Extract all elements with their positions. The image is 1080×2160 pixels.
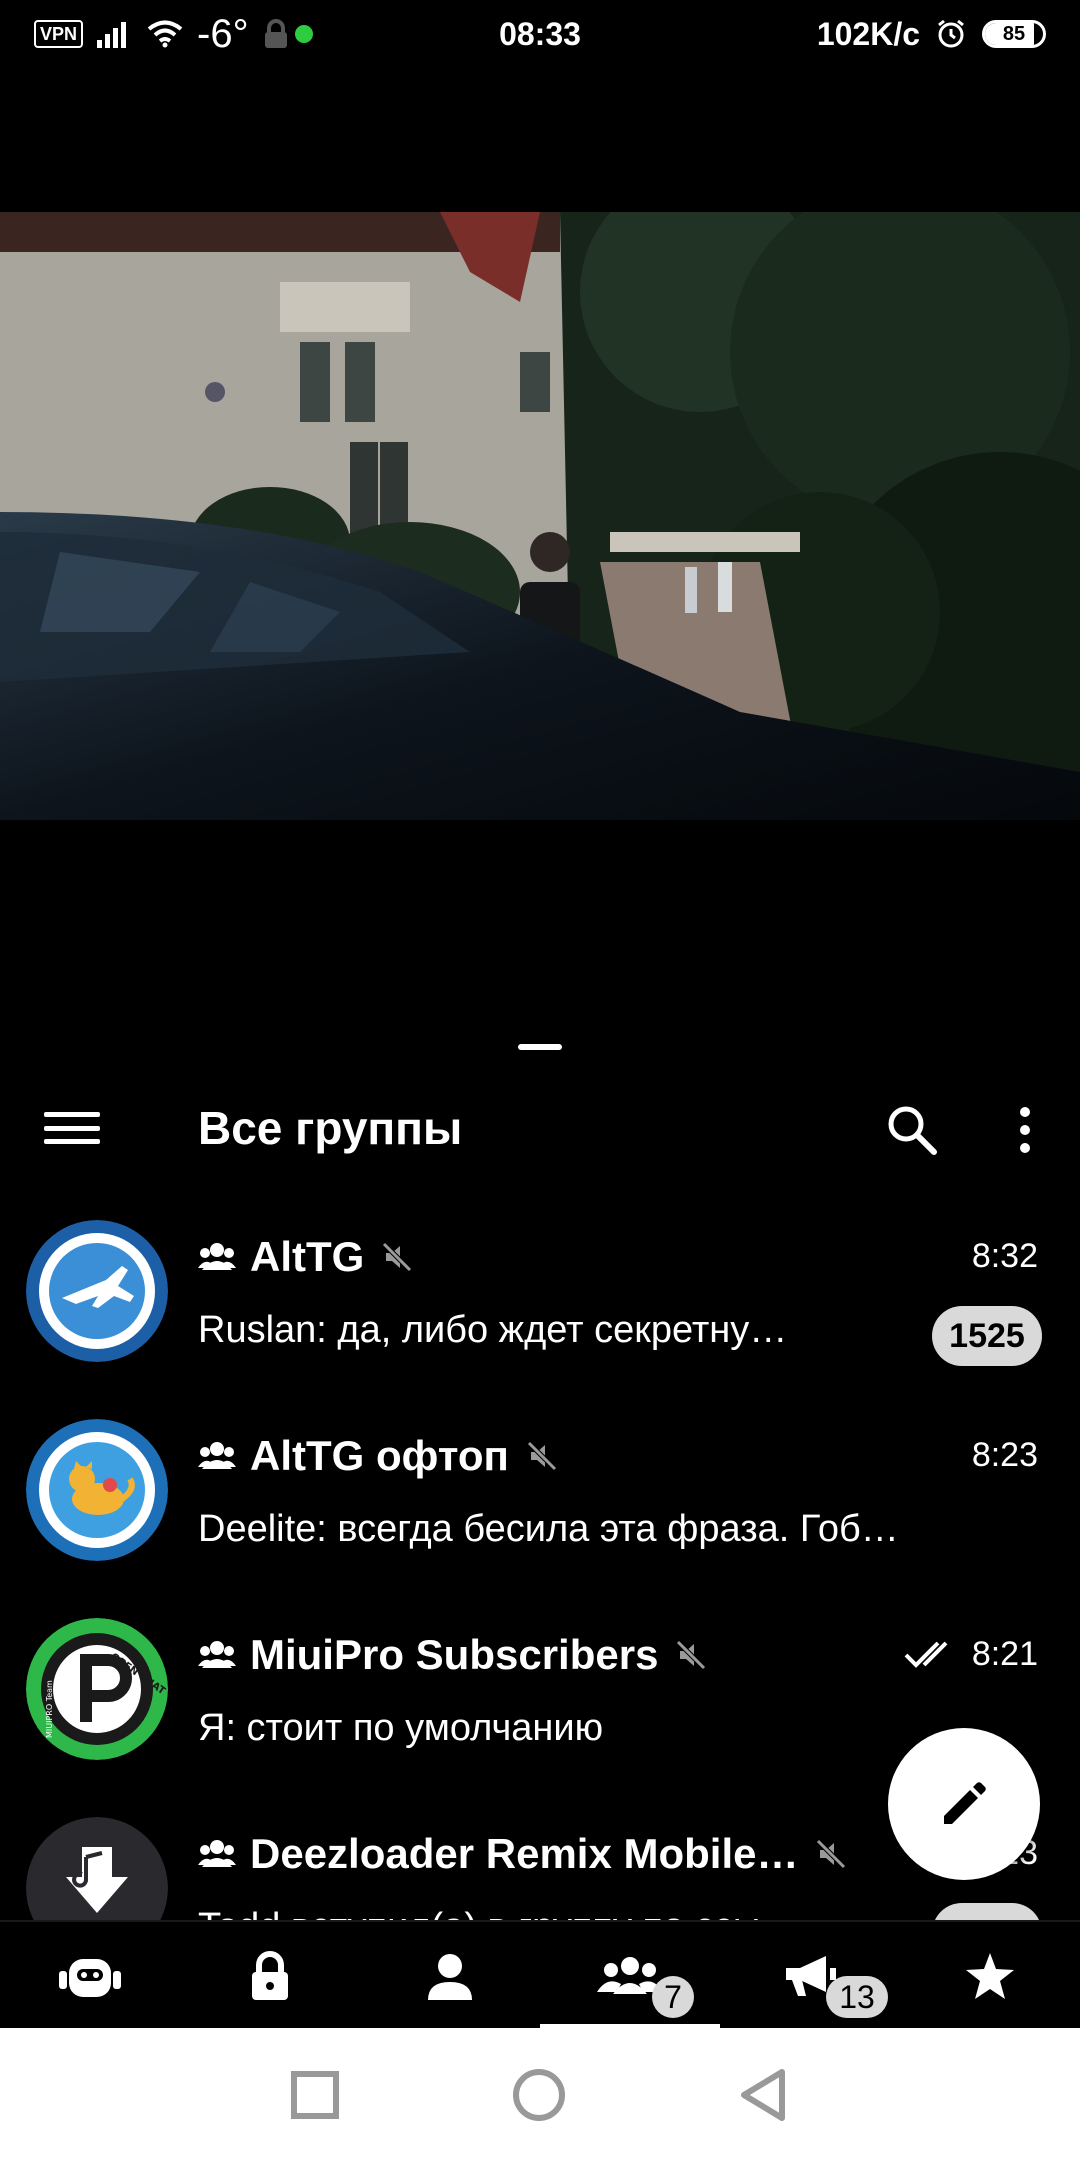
avatar bbox=[26, 1220, 168, 1362]
tab-favorites[interactable] bbox=[900, 1922, 1080, 2030]
video-player[interactable] bbox=[0, 212, 1080, 820]
sheet-drag-handle[interactable] bbox=[518, 1044, 562, 1050]
alttg-offtop-avatar-icon bbox=[26, 1419, 168, 1561]
muted-icon bbox=[676, 1640, 707, 1670]
muted-icon bbox=[382, 1242, 413, 1272]
chat-time-text: 8:21 bbox=[971, 1635, 1038, 1673]
tab-badge: 7 bbox=[652, 1976, 694, 2018]
battery-level: 85 bbox=[1002, 22, 1026, 45]
tab-channels[interactable]: 13 bbox=[720, 1922, 900, 2030]
chat-time: 8:21 bbox=[904, 1634, 1038, 1674]
star-icon bbox=[966, 1953, 1014, 1999]
group-icon bbox=[198, 1641, 236, 1668]
person-icon bbox=[428, 1954, 472, 2000]
avatar bbox=[26, 1419, 168, 1561]
group-icon bbox=[198, 1442, 236, 1469]
deezloader-avatar-icon bbox=[26, 1817, 168, 1920]
chat-name-row: AltTG офтоп bbox=[198, 1429, 1046, 1483]
robot-icon bbox=[59, 1959, 121, 1997]
muted-icon bbox=[816, 1839, 847, 1869]
tab-contacts[interactable] bbox=[360, 1922, 540, 2030]
chat-time: 8:32 bbox=[972, 1236, 1038, 1276]
status-right: 102K/c 85 bbox=[817, 12, 1046, 56]
group-icon bbox=[198, 1243, 236, 1270]
chat-last-message: Todd вступил(а) в группу по ссы… bbox=[198, 1903, 890, 1920]
square-icon bbox=[291, 2071, 339, 2119]
alttg-avatar-icon bbox=[26, 1220, 168, 1362]
group-icon bbox=[198, 1840, 236, 1867]
chat-time-text: 8:23 bbox=[971, 1436, 1038, 1474]
page-title: Все группы bbox=[198, 1102, 463, 1154]
video-frame bbox=[0, 212, 1080, 820]
triangle-back-icon bbox=[741, 2069, 785, 2121]
chat-name: MiuiPro Subscribers bbox=[250, 1631, 659, 1678]
recents-button[interactable] bbox=[284, 2064, 346, 2126]
chat-item[interactable]: AltTG 8:32 Ruslan: да, либо ждет секретн… bbox=[0, 1206, 1080, 1405]
back-button[interactable] bbox=[732, 2064, 794, 2126]
home-button[interactable] bbox=[508, 2064, 570, 2126]
battery-indicator: 85 bbox=[982, 20, 1046, 48]
chat-name-row: AltTG bbox=[198, 1230, 1046, 1284]
more-options-icon[interactable] bbox=[1000, 1102, 1050, 1158]
unread-badge: 1525 bbox=[932, 1306, 1042, 1366]
avatar: OPEN CHAT MIUIPRO Team bbox=[26, 1618, 168, 1760]
tab-bots[interactable] bbox=[0, 1922, 180, 2030]
miuipro-avatar-icon: OPEN CHAT MIUIPRO Team bbox=[26, 1618, 168, 1760]
unread-badge: 125 bbox=[932, 1903, 1042, 1920]
tab-secret[interactable] bbox=[180, 1922, 360, 2030]
chat-name: AltTG bbox=[250, 1233, 365, 1280]
avatar bbox=[26, 1817, 168, 1920]
chat-name: AltTG офтоп bbox=[250, 1432, 509, 1479]
folder-tab-bar: 7 13 bbox=[0, 1920, 1080, 2030]
read-checkmarks-icon bbox=[904, 1641, 948, 1668]
tab-groups[interactable]: 7 bbox=[540, 1922, 720, 2030]
miuipro-team-text: MIUIPRO Team bbox=[45, 1680, 54, 1738]
compose-button[interactable] bbox=[888, 1728, 1040, 1880]
chat-last-message: Deelite: всегда бесила эта фраза. Гоб… bbox=[198, 1508, 899, 1550]
alarm-icon bbox=[938, 19, 964, 48]
chat-name: Deezloader Remix Mobile… bbox=[250, 1830, 799, 1877]
network-speed: 102K/c bbox=[816, 15, 920, 52]
chat-last-message: Ruslan: да, либо ждет секретну… bbox=[198, 1309, 788, 1351]
tab-badge: 13 bbox=[826, 1976, 888, 2018]
pencil-icon bbox=[944, 1782, 986, 1824]
system-navigation-bar bbox=[0, 2028, 1080, 2160]
status-bar: VPN -6° 08:33 102K/c 85 bbox=[0, 0, 1080, 68]
toolbar: Все группы bbox=[0, 1080, 1080, 1176]
chat-time-text: 8:32 bbox=[971, 1237, 1038, 1275]
chat-item[interactable]: AltTG офтоп 8:23 Deelite: всегда бесила … bbox=[0, 1405, 1080, 1604]
muted-icon bbox=[527, 1441, 557, 1471]
chat-last-message: Я: стоит по умолчанию bbox=[198, 1707, 604, 1749]
chat-time: 8:23 bbox=[972, 1435, 1038, 1475]
menu-icon[interactable] bbox=[44, 1104, 100, 1152]
lock-icon bbox=[252, 1951, 288, 2000]
search-icon[interactable] bbox=[884, 1102, 940, 1158]
circle-icon bbox=[513, 2069, 565, 2121]
